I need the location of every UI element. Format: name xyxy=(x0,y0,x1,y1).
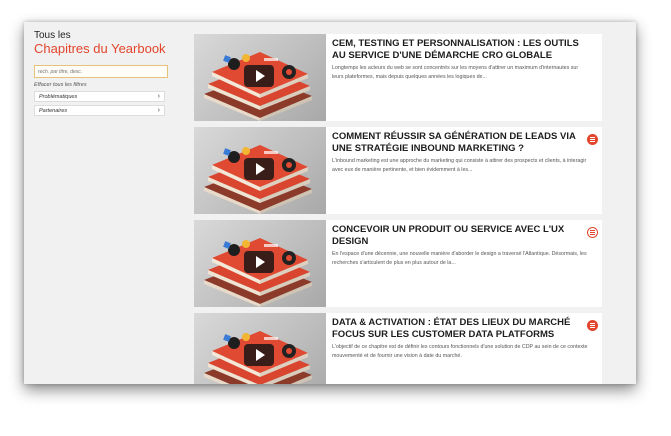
chapter-title[interactable]: DATA & ACTIVATION : ÉTAT DES LIEUX DU MA… xyxy=(332,317,580,340)
chapter-content: COMMENT RÉUSSIR SA GÉNÉRATION DE LEADS V… xyxy=(326,127,602,214)
chapter-content: DATA & ACTIVATION : ÉTAT DES LIEUX DU MA… xyxy=(326,313,602,384)
list-icon[interactable] xyxy=(587,320,598,331)
filter-partenaires[interactable]: Partenaires › xyxy=(34,105,165,116)
chapter-title[interactable]: CONCEVOIR UN PRODUIT OU SERVICE AVEC L'U… xyxy=(332,224,580,247)
list-icon[interactable] xyxy=(587,134,598,145)
chevron-right-icon: › xyxy=(157,107,160,114)
chapter-content: CONCEVOIR UN PRODUIT OU SERVICE AVEC L'U… xyxy=(326,220,602,307)
filter-label: Partenaires xyxy=(39,107,68,114)
filter-label: Problématiques xyxy=(39,93,78,100)
play-icon[interactable] xyxy=(244,158,274,180)
chapter-description: En l'espace d'une décennie, une nouvelle… xyxy=(332,251,587,266)
list-icon[interactable] xyxy=(587,227,598,238)
chapter-title[interactable]: COMMENT RÉUSSIR SA GÉNÉRATION DE LEADS V… xyxy=(332,131,580,154)
chapter-thumbnail[interactable] xyxy=(194,313,326,384)
chapter-description: L'objectif de ce chapitre est de définir… xyxy=(332,344,588,359)
search-input[interactable] xyxy=(34,65,168,78)
chevron-right-icon: › xyxy=(157,93,160,100)
chapter-card[interactable]: DATA & ACTIVATION : ÉTAT DES LIEUX DU MA… xyxy=(194,313,602,384)
chapter-card[interactable]: CEM, TESTING ET PERSONNALISATION : LES O… xyxy=(194,34,602,121)
sidebar: Tous les Chapitres du Yearbook Effacer t… xyxy=(34,30,168,116)
chapter-description: L'inbound marketing est une approche du … xyxy=(332,158,587,173)
app-window: Tous les Chapitres du Yearbook Effacer t… xyxy=(24,22,636,384)
chapter-card[interactable]: CONCEVOIR UN PRODUIT OU SERVICE AVEC L'U… xyxy=(194,220,602,307)
play-icon[interactable] xyxy=(244,65,274,87)
chapter-thumbnail[interactable] xyxy=(194,34,326,121)
sidebar-title: Chapitres du Yearbook xyxy=(34,41,166,56)
chapter-list: CEM, TESTING ET PERSONNALISATION : LES O… xyxy=(194,34,602,384)
chapter-thumbnail[interactable] xyxy=(194,220,326,307)
chapter-title[interactable]: CEM, TESTING ET PERSONNALISATION : LES O… xyxy=(332,38,580,61)
chapter-thumbnail[interactable] xyxy=(194,127,326,214)
play-icon[interactable] xyxy=(244,344,274,366)
play-icon[interactable] xyxy=(244,251,274,273)
chapter-card[interactable]: COMMENT RÉUSSIR SA GÉNÉRATION DE LEADS V… xyxy=(194,127,602,214)
sidebar-subtitle: Tous les xyxy=(34,30,71,41)
filter-problematiques[interactable]: Problématiques › xyxy=(34,91,165,102)
clear-filters-link[interactable]: Effacer tous les filtres xyxy=(34,82,168,88)
chapter-description: Longtemps les acteurs du web se sont con… xyxy=(332,65,579,80)
chapter-content: CEM, TESTING ET PERSONNALISATION : LES O… xyxy=(326,34,602,121)
